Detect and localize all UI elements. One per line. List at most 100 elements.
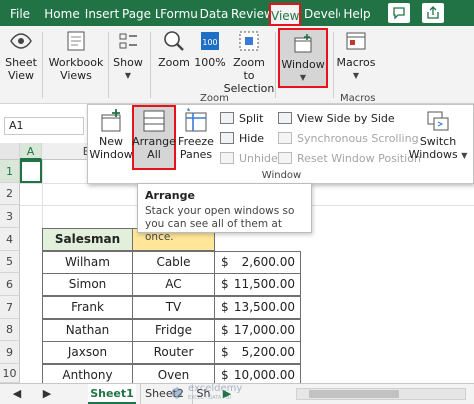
unhide-button[interactable]: Unhide bbox=[220, 149, 278, 167]
arrange-all-button[interactable]: Arrange All bbox=[132, 107, 176, 161]
exceldemy-logo-icon bbox=[172, 387, 182, 399]
workbook-views-button[interactable]: Workbook Views bbox=[48, 28, 104, 82]
amount-value: 5,200.00 bbox=[241, 345, 295, 359]
ribbon-separator bbox=[150, 32, 151, 98]
split-button[interactable]: Split bbox=[220, 109, 263, 127]
amount-value: 11,500.00 bbox=[233, 277, 295, 291]
split-label: Split bbox=[239, 111, 264, 125]
share-icon bbox=[427, 6, 439, 19]
zoom-100-label: 100% bbox=[194, 56, 226, 69]
tab-developer[interactable]: Develo bbox=[304, 4, 340, 24]
zoom-to-selection-label-2: Selection bbox=[223, 82, 275, 95]
table-cell-product: Fridge bbox=[132, 319, 215, 342]
scroll-right-icon[interactable]: ▶ bbox=[40, 384, 54, 404]
hide-button[interactable]: Hide bbox=[220, 129, 264, 147]
ribbon-separator bbox=[108, 32, 109, 98]
column-header-a[interactable]: A bbox=[20, 143, 42, 160]
row-header-9[interactable]: 9 bbox=[0, 341, 20, 364]
new-window-button[interactable]: New Window bbox=[89, 107, 133, 161]
currency-symbol: $ bbox=[221, 300, 229, 314]
svg-text:100: 100 bbox=[202, 38, 217, 47]
tab-page-layout[interactable]: Page L bbox=[122, 4, 160, 24]
scroll-left-icon[interactable]: ◀ bbox=[10, 384, 24, 404]
row-header-7[interactable]: 7 bbox=[0, 296, 20, 319]
zoom-button[interactable]: Zoom bbox=[156, 28, 192, 69]
tab-data[interactable]: Data bbox=[199, 4, 229, 24]
tab-view[interactable]: View bbox=[269, 3, 301, 26]
table-cell-product: TV bbox=[132, 296, 215, 319]
zoom-to-selection-button[interactable]: Zoom to Selection bbox=[223, 28, 275, 95]
tab-insert[interactable]: Insert bbox=[84, 4, 120, 24]
tab-help[interactable]: Help bbox=[343, 4, 371, 24]
currency-symbol: $ bbox=[221, 345, 229, 359]
show-button[interactable]: Show ▼ bbox=[112, 28, 144, 82]
zoom-100-button[interactable]: 100 100% bbox=[194, 28, 226, 69]
table-cell-amount: $2,600.00 bbox=[214, 251, 301, 274]
tab-review[interactable]: Review bbox=[231, 4, 269, 24]
row-header-8[interactable]: 8 bbox=[0, 319, 20, 341]
table-cell-product: Router bbox=[132, 341, 215, 364]
arrange-tooltip: Arrange Stack your open windows so you c… bbox=[137, 183, 312, 243]
row-header-3[interactable]: 3 bbox=[0, 205, 20, 228]
currency-symbol: $ bbox=[221, 255, 229, 269]
zoom-to-selection-label-1: Zoom to bbox=[233, 56, 265, 82]
workbook-views-icon bbox=[67, 31, 85, 51]
hide-icon bbox=[220, 132, 234, 144]
row-header-5[interactable]: 5 bbox=[0, 251, 20, 273]
window-group-label: Window bbox=[261, 170, 302, 181]
synchronous-scrolling-label: Synchronous Scrolling bbox=[297, 131, 419, 145]
new-window-label-1: New bbox=[99, 135, 123, 148]
sheet-view-label-2: View bbox=[7, 69, 35, 82]
macros-button[interactable]: Macros ▼ bbox=[336, 28, 376, 82]
window-button[interactable]: Window ▼ bbox=[278, 28, 328, 88]
comments-button[interactable] bbox=[388, 3, 410, 23]
freeze-panes-button[interactable]: Freeze Panes bbox=[177, 107, 215, 161]
sync-scroll-icon bbox=[278, 132, 292, 144]
table-cell-amount: $5,200.00 bbox=[214, 341, 301, 364]
tab-file[interactable]: File bbox=[6, 4, 34, 24]
name-box[interactable]: A1 bbox=[4, 117, 84, 135]
row-header-6[interactable]: 6 bbox=[0, 273, 20, 296]
tooltip-title: Arrange bbox=[145, 189, 195, 202]
row-header-1[interactable]: 1 bbox=[0, 160, 20, 183]
amount-value: 13,500.00 bbox=[233, 300, 295, 314]
ribbon-separator bbox=[42, 32, 43, 98]
unhide-icon bbox=[220, 152, 234, 164]
row-header-4[interactable]: 4 bbox=[0, 228, 20, 251]
reset-window-position-button[interactable]: Reset Window Position bbox=[278, 149, 421, 167]
scrollbar-thumb[interactable] bbox=[309, 390, 399, 398]
workbook-views-label-1: Workbook bbox=[48, 56, 104, 69]
unhide-label: Unhide bbox=[239, 151, 278, 165]
zoom-to-selection-icon bbox=[239, 31, 259, 51]
amount-value: 2,600.00 bbox=[241, 255, 295, 269]
row-header-10[interactable]: 10 bbox=[0, 364, 20, 383]
tab-home[interactable]: Home bbox=[44, 4, 80, 24]
row-header-2[interactable]: 2 bbox=[0, 183, 20, 205]
freeze-panes-label-1: Freeze bbox=[178, 135, 214, 148]
side-by-side-icon bbox=[278, 112, 292, 124]
tab-formulas[interactable]: Formu bbox=[160, 4, 198, 24]
chevron-down-icon: ▼ bbox=[352, 71, 360, 80]
table-cell-name: Nathan bbox=[42, 319, 133, 342]
freeze-panes-label-2: Panes bbox=[179, 148, 213, 161]
zoom-label: Zoom bbox=[158, 56, 190, 69]
ribbon-tab-bar: File Home Insert Page L Formu Data Revie… bbox=[0, 0, 474, 26]
active-cell-a1[interactable] bbox=[20, 160, 42, 183]
table-cell-amount: $13,500.00 bbox=[214, 296, 301, 319]
horizontal-scrollbar[interactable] bbox=[296, 388, 466, 400]
synchronous-scrolling-button[interactable]: Synchronous Scrolling bbox=[278, 129, 419, 147]
new-window-icon bbox=[101, 109, 121, 132]
sheet-view-button[interactable]: Sheet View bbox=[4, 28, 38, 82]
switch-windows-text: Windows bbox=[408, 148, 458, 161]
view-side-by-side-label: View Side by Side bbox=[297, 111, 395, 125]
currency-symbol: $ bbox=[221, 277, 229, 291]
sheet-tab-1[interactable]: Sheet1 bbox=[88, 384, 136, 404]
share-button[interactable] bbox=[422, 3, 444, 23]
workbook-views-label-2: Views bbox=[60, 69, 92, 82]
select-all-corner[interactable] bbox=[0, 143, 20, 160]
chevron-down-icon: ▼ bbox=[124, 71, 132, 80]
switch-windows-button[interactable]: Switch Windows ▼ bbox=[408, 107, 468, 162]
view-side-by-side-button[interactable]: View Side by Side bbox=[278, 109, 395, 127]
amount-value: 17,000.00 bbox=[233, 323, 295, 337]
arrange-all-label-2: All bbox=[147, 148, 161, 161]
